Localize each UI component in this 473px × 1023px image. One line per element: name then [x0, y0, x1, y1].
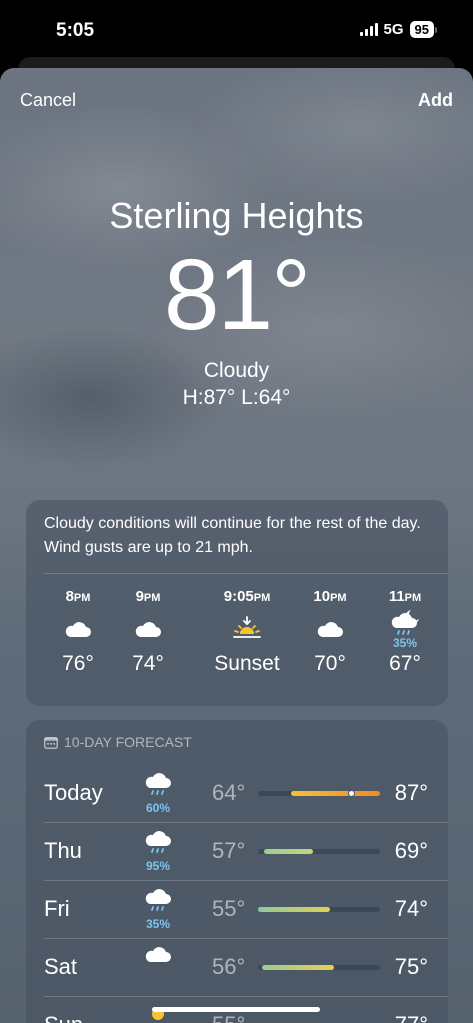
battery-icon: [435, 26, 437, 33]
forecast-row[interactable]: Thu 95% 57° 69°: [26, 822, 448, 880]
high-temp: 75°: [394, 954, 428, 979]
temp-range-bar: [258, 965, 380, 970]
hour-time: 11PM: [388, 588, 422, 605]
hourly-item: 11PM 35% 67°: [370, 588, 440, 676]
temp-range-fill: [264, 849, 313, 854]
hourly-forecast-card[interactable]: Cloudy conditions will continue for the …: [26, 500, 448, 706]
ten-day-forecast-card[interactable]: 10-DAY FORECAST Today 60% 64° 87° Thu 95% 57° 6…: [26, 720, 448, 1023]
hourly-item: 9PM 74°: [113, 588, 183, 676]
current-condition: Cloudy: [203, 359, 270, 382]
day-name: Fri: [44, 896, 70, 921]
temp-range-bar: [258, 907, 380, 912]
temp-range-bar: [258, 849, 380, 854]
cloud-icon: [113, 606, 183, 652]
weather-summary: Cloudy conditions will continue for the …: [44, 515, 421, 556]
cancel-button[interactable]: Cancel: [20, 90, 76, 111]
cellular-signal-icon: [359, 23, 378, 36]
cloud-rain-icon: 60%: [138, 768, 178, 815]
network-type: 5G: [383, 21, 404, 38]
temp-range-bar: [258, 790, 380, 797]
status-time: 5:05: [56, 20, 95, 41]
home-indicator[interactable]: [152, 1007, 320, 1012]
high-temp: 87°: [394, 780, 428, 805]
high-temp: 69°: [394, 838, 428, 863]
forecast-row[interactable]: Sat 56° 75°: [26, 938, 448, 996]
low-temp: 57°: [212, 838, 246, 863]
weather-sheet: Cancel Add Sterling Heights 81° Cloudy H…: [0, 68, 473, 1023]
hour-time: 10PM: [313, 588, 347, 605]
temp-range-fill: [261, 965, 334, 970]
day-name: Sat: [44, 954, 78, 979]
low-temp: 55°: [212, 1012, 245, 1023]
hourly-item: 10PM 70°: [295, 588, 365, 676]
hour-time: 9PM: [135, 588, 161, 605]
hour-temp: 70°: [314, 652, 346, 675]
temp-range-fill: [290, 791, 380, 796]
add-button[interactable]: Add: [418, 90, 453, 111]
precip-chance: 35%: [392, 636, 418, 650]
status-indicators: 5G 95: [359, 21, 437, 38]
day-name: Today: [44, 780, 103, 805]
precip-chance: 95%: [145, 859, 171, 873]
hour-time: 8PM: [65, 588, 91, 605]
hour-time: 9:05PM: [223, 588, 271, 605]
temp-range-fill: [258, 907, 330, 912]
forecast-header-label: 10-DAY FORECAST: [64, 734, 192, 750]
cloud-icon: [295, 606, 365, 652]
status-bar: 5:05 5G 95: [0, 0, 473, 62]
city-name: Sterling Heights: [109, 195, 364, 236]
cloud-icon: [138, 942, 178, 971]
hour-temp: Sunset: [214, 652, 280, 675]
high-temp: 77°: [395, 1012, 428, 1023]
low-temp: 55°: [212, 896, 246, 921]
low-temp: 56°: [212, 954, 246, 979]
precip-chance: 35%: [145, 917, 171, 931]
hourly-item: 9:05PM Sunset: [202, 588, 292, 676]
hour-temp: 76°: [62, 652, 94, 675]
divider: [44, 573, 448, 574]
forecast-header: 10-DAY FORECAST: [44, 734, 192, 750]
cloud-rain-icon: 35%: [138, 884, 178, 931]
day-name: Thu: [44, 838, 82, 863]
day-name: Sun: [44, 1012, 83, 1023]
high-low: H:87° L:64°: [182, 386, 291, 409]
hourly-item: 8PM 76°: [43, 588, 113, 676]
precip-chance: 60%: [145, 801, 171, 815]
calendar-icon: [44, 736, 58, 749]
cloud-icon: [43, 606, 113, 652]
low-temp: 64°: [212, 780, 246, 805]
current-temperature: 81°: [163, 239, 311, 351]
battery-level: 95: [409, 21, 434, 38]
cloud-moon-rain-icon: 35%: [370, 606, 440, 652]
forecast-row[interactable]: Fri 35% 55° 74°: [26, 880, 448, 938]
sunset-icon: [202, 606, 292, 652]
forecast-row[interactable]: Today 60% 64° 87°: [26, 764, 448, 822]
hour-temp: 67°: [389, 652, 421, 675]
hour-temp: 74°: [132, 652, 164, 675]
cloud-rain-icon: 95%: [138, 826, 178, 873]
high-temp: 74°: [394, 896, 428, 921]
